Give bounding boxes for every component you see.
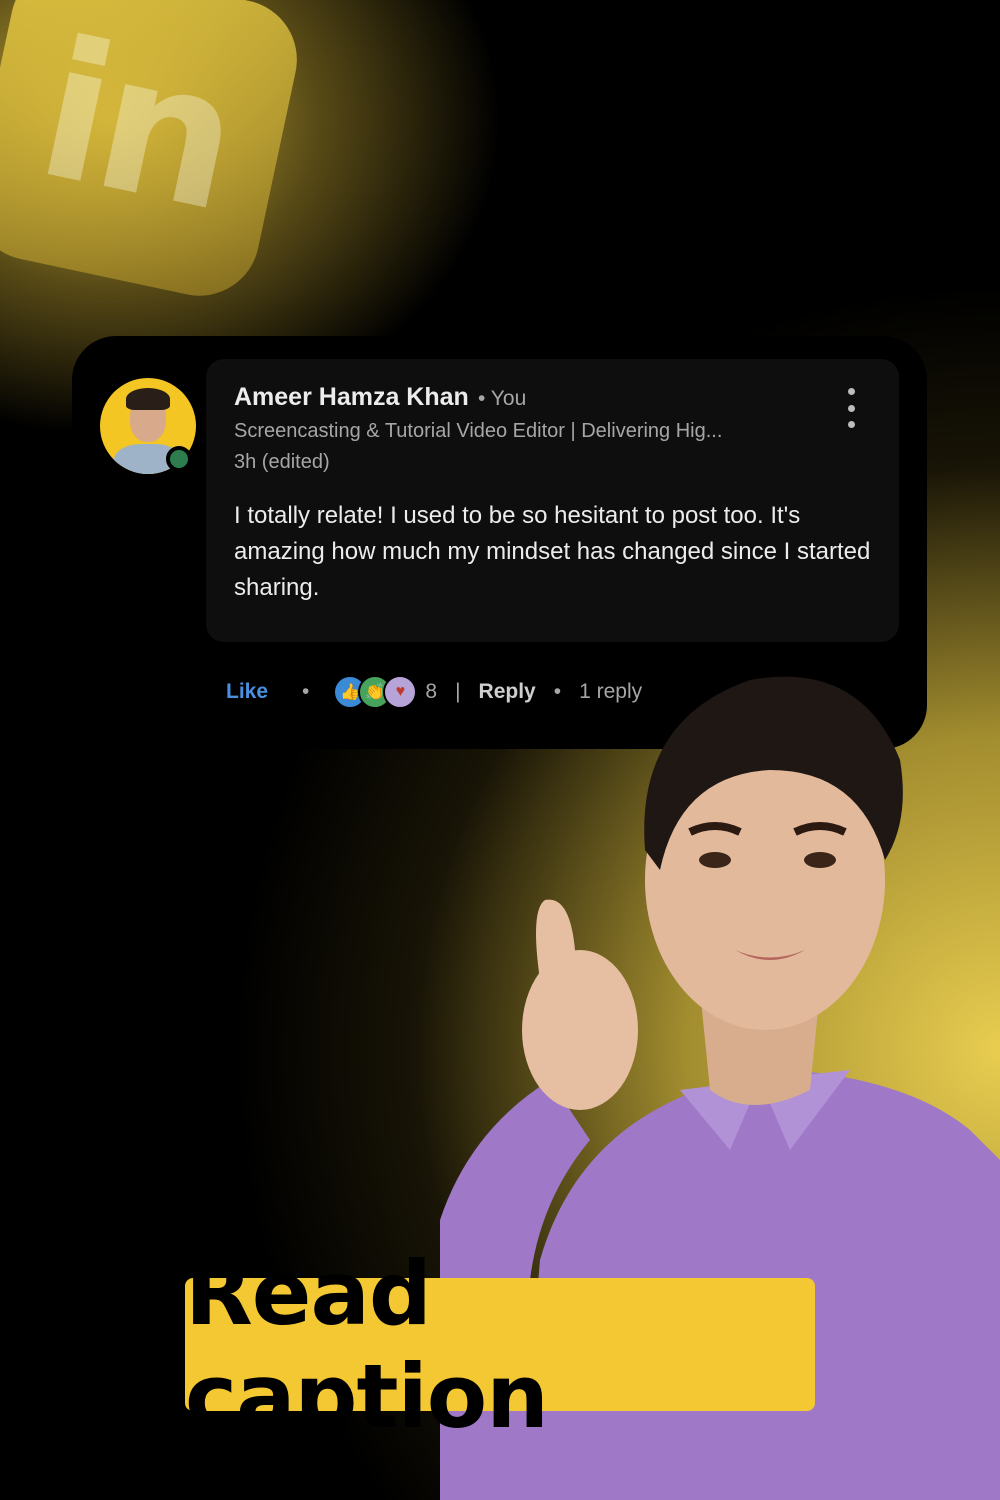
author-headline: Screencasting & Tutorial Video Editor | …	[234, 420, 723, 442]
linkedin-logo-text: in	[22, 0, 250, 253]
reactions[interactable]: 👍 👏 ♥	[333, 675, 418, 709]
like-button[interactable]: Like	[226, 680, 268, 704]
comment-author[interactable]: Ameer Hamza Khan	[234, 383, 469, 412]
online-status-icon	[166, 446, 192, 472]
comment-text: I totally relate! I used to be so hesita…	[234, 502, 871, 601]
caption-banner: Read caption	[185, 1242, 815, 1448]
love-reaction-icon: ♥	[383, 675, 418, 709]
comment-time: 3h (edited)	[234, 451, 330, 473]
separator-dot: •	[302, 680, 310, 703]
caption-text: Read caption	[185, 1241, 549, 1448]
author-tag: • You	[478, 387, 527, 410]
more-vertical-icon[interactable]	[836, 388, 866, 428]
